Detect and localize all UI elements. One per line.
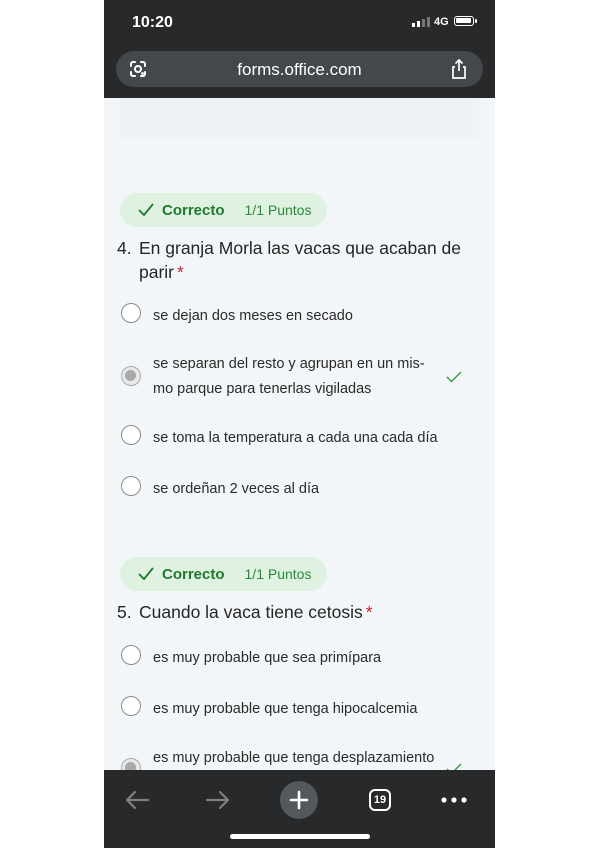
- home-indicator[interactable]: [230, 834, 370, 839]
- address-bar[interactable]: forms.office.com: [116, 51, 483, 87]
- forward-button[interactable]: [196, 778, 240, 822]
- browser-toolbar: forms.office.com: [104, 44, 495, 98]
- tabs-button[interactable]: 19: [358, 778, 402, 822]
- question-number: 4.: [117, 238, 132, 258]
- battery-icon: [454, 16, 477, 26]
- status-bar: 10:20 4G: [104, 0, 495, 44]
- plus-icon[interactable]: [289, 790, 309, 810]
- network-type: 4G: [434, 16, 449, 28]
- radio-button[interactable]: [121, 645, 141, 665]
- question-number: 5.: [117, 602, 132, 622]
- form-content[interactable]: Correcto 1/1 Puntos 4. En granja Morla l…: [104, 98, 495, 770]
- option-text: es muy probable que tenga hipocalcemia: [153, 701, 418, 717]
- option-text: se toma la temperatura a cada una cada d…: [153, 430, 438, 446]
- question-text: En granja Morla las vacas que acaban de …: [139, 238, 462, 282]
- radio-button[interactable]: [121, 303, 141, 323]
- result-badge-q5: Correcto 1/1 Puntos: [120, 557, 328, 591]
- check-icon: [446, 763, 462, 770]
- required-marker: *: [177, 262, 184, 282]
- question-5-title: 5. Cuando la vaca tiene cetosis *: [117, 600, 477, 624]
- badge-label: Correcto: [162, 201, 225, 219]
- option-text: es muy probable que tenga desplazamiento: [153, 750, 435, 766]
- previous-card-bottom: [120, 98, 479, 138]
- radio-button-selected[interactable]: [121, 758, 141, 770]
- option-text: se ordeñan 2 veces al día: [153, 481, 320, 497]
- new-tab-button[interactable]: [277, 778, 321, 822]
- check-icon: [138, 203, 154, 217]
- badge-label: Correcto: [162, 565, 225, 583]
- phone-screen: 10:20 4G forms.office.com Correcto 1/1 P…: [104, 0, 495, 848]
- tabs-icon[interactable]: 19: [369, 789, 391, 811]
- required-marker: *: [365, 602, 373, 622]
- option-text: es muy probable que sea primípara: [153, 650, 382, 666]
- radio-button[interactable]: [121, 696, 141, 716]
- share-icon[interactable]: [449, 58, 469, 80]
- url-text[interactable]: forms.office.com: [116, 60, 483, 80]
- badge-points: 1/1 Puntos: [244, 566, 312, 582]
- result-badge-q4: Correcto 1/1 Puntos: [120, 193, 328, 227]
- question-4-title: 4. En granja Morla las vacas que acaban …: [117, 236, 477, 284]
- back-button[interactable]: [115, 778, 159, 822]
- menu-button[interactable]: [432, 778, 476, 822]
- forward-arrow-icon[interactable]: [205, 789, 231, 811]
- check-icon: [138, 567, 154, 581]
- more-dots-icon[interactable]: [441, 797, 467, 803]
- badge-points: 1/1 Puntos: [244, 202, 312, 218]
- back-arrow-icon[interactable]: [124, 789, 150, 811]
- radio-button-selected[interactable]: [121, 366, 141, 386]
- option-text: se dejan dos meses en secado: [153, 308, 353, 324]
- option-text: se separan del resto y agrupan en un mis…: [153, 356, 425, 397]
- status-time: 10:20: [132, 14, 173, 31]
- question-text: Cuando la vaca tiene cetosis: [139, 602, 363, 622]
- radio-button[interactable]: [121, 476, 141, 496]
- signal-icon: [412, 17, 430, 27]
- radio-button[interactable]: [121, 425, 141, 445]
- check-icon: [446, 371, 462, 383]
